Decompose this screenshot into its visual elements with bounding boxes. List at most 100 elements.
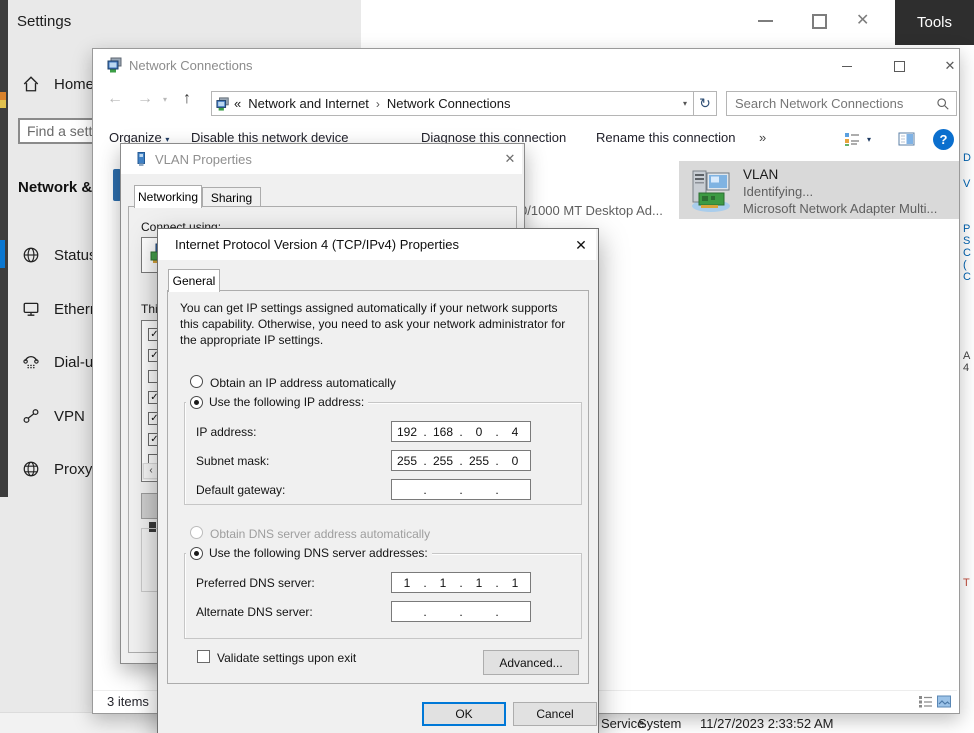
proxy-globe-icon — [22, 460, 40, 478]
vlan-dialog-title: VLAN Properties — [155, 152, 252, 167]
ipv4-dialog-title: Internet Protocol Version 4 (TCP/IPv4) P… — [175, 237, 459, 252]
settings-close-button[interactable]: ✕ — [856, 10, 869, 30]
obtain-dns-label: Obtain DNS server address automatically — [210, 527, 430, 541]
clipped-text-fragment: P — [963, 223, 970, 235]
subnet-mask-field[interactable]: 255.255.255.0 — [391, 450, 531, 471]
clipped-text-fragment: ( — [963, 259, 967, 271]
clipped-text-fragment: C — [963, 271, 971, 283]
window-title: Network Connections — [129, 58, 253, 73]
obtain-ip-radio[interactable] — [190, 375, 203, 388]
sidebar-item-home[interactable]: Home — [54, 76, 94, 93]
preferred-dns-field[interactable]: 1.1.1.1 — [391, 572, 531, 593]
vlan-item-name: VLAN — [743, 167, 778, 182]
tab-general[interactable]: General — [168, 269, 220, 292]
use-ip-label[interactable]: Use the following IP address: — [209, 395, 364, 409]
vpn-icon — [22, 407, 40, 425]
hidden-item-text-fragment: 0/1000 MT Desktop Ad... — [520, 203, 663, 218]
settings-minimize-button[interactable] — [758, 20, 773, 22]
background-icon-fragment — [0, 100, 6, 108]
settings-window-title: Settings — [17, 13, 71, 30]
vlan-connection-item[interactable]: VLAN Identifying... Microsoft Network Ad… — [679, 161, 960, 219]
use-dns-radio[interactable] — [190, 547, 203, 560]
background-content-sliver — [958, 48, 974, 712]
breadcrumb-separator-icon: › — [376, 97, 380, 111]
clipped-text-fragment: S — [963, 235, 970, 247]
details-view-icon[interactable] — [919, 695, 932, 708]
settings-maximize-button[interactable] — [812, 14, 827, 29]
refresh-button[interactable]: ↻ — [694, 91, 717, 116]
clipped-text-fragment: A — [963, 350, 970, 362]
item-count: 3 items — [107, 694, 149, 709]
tools-button[interactable]: Tools — [895, 0, 974, 45]
breadcrumb-overflow-icon[interactable]: « — [234, 96, 241, 111]
use-dns-group-box — [184, 553, 582, 639]
recent-pages-chevron-icon[interactable]: ▾ — [163, 95, 167, 104]
vlan-dialog-close-icon[interactable]: ✕ — [499, 149, 521, 169]
clipped-text-fragment: 4 — [963, 362, 969, 374]
use-ip-radio[interactable] — [190, 396, 203, 409]
breadcrumb-network-connections[interactable]: Network Connections — [387, 96, 511, 111]
forward-icon[interactable]: → — [137, 90, 153, 108]
ok-button[interactable]: OK — [422, 702, 506, 726]
alternate-dns-label: Alternate DNS server: — [196, 605, 313, 619]
nc-maximize-button[interactable] — [885, 56, 913, 76]
network-connections-app-icon — [107, 57, 123, 73]
background-timestamp: 11/27/2023 2:33:52 AM — [700, 716, 833, 731]
clipped-text-fragment: V — [963, 178, 970, 190]
tab-sharing[interactable]: Sharing — [202, 187, 261, 208]
sidebar-item-proxy[interactable]: Proxy — [54, 461, 92, 478]
back-icon[interactable]: ← — [107, 90, 123, 108]
obtain-dns-radio — [190, 526, 203, 539]
vlan-item-device: Microsoft Network Adapter Multi... — [743, 201, 937, 216]
validate-settings-label[interactable]: Validate settings upon exit — [217, 651, 356, 665]
clipped-text-fragment: D — [963, 152, 971, 164]
nc-minimize-button[interactable] — [833, 56, 861, 76]
background-window-row: Service System 11/27/2023 2:33:52 AM — [597, 712, 974, 733]
clipped-text-fragment: T — [963, 577, 970, 589]
default-gateway-label: Default gateway: — [196, 483, 285, 497]
address-dropdown-chevron-icon[interactable]: ▾ — [683, 99, 687, 108]
vlan-item-status: Identifying... — [743, 184, 813, 199]
large-icons-view-icon[interactable] — [937, 695, 951, 708]
obtain-ip-label[interactable]: Obtain an IP address automatically — [210, 376, 396, 390]
more-commands-icon[interactable]: » — [759, 130, 766, 145]
search-input[interactable] — [727, 95, 936, 112]
address-bar[interactable]: « Network and Internet › Network Connect… — [211, 91, 694, 116]
sidebar-item-vpn[interactable]: VPN — [54, 408, 85, 425]
status-globe-icon — [22, 246, 40, 264]
up-icon[interactable]: ↑ — [183, 90, 191, 108]
tab-networking[interactable]: Networking — [134, 185, 202, 208]
network-adapter-icon — [687, 166, 735, 214]
ip-address-field[interactable]: 192.168.0.4 — [391, 421, 531, 442]
alternate-dns-field[interactable]: ... — [391, 601, 531, 622]
home-icon — [22, 75, 40, 93]
view-options-chevron-icon[interactable]: ▾ — [867, 135, 871, 144]
use-dns-label[interactable]: Use the following DNS server addresses: — [209, 546, 428, 560]
default-gateway-field[interactable]: ... — [391, 479, 531, 500]
dialup-phone-icon — [22, 353, 40, 371]
ethernet-icon — [22, 300, 40, 318]
cancel-button[interactable]: Cancel — [513, 702, 597, 726]
help-icon[interactable]: ? — [933, 129, 954, 150]
advanced-button[interactable]: Advanced... — [483, 650, 579, 675]
background-system-text: System — [638, 716, 681, 731]
background-icon-fragment — [0, 92, 6, 100]
rename-connection-command[interactable]: Rename this connection — [596, 130, 735, 145]
vlan-dialog-icon — [133, 151, 149, 167]
nc-close-button[interactable]: ✕ — [936, 56, 960, 76]
subnet-mask-label: Subnet mask: — [196, 454, 269, 468]
validate-settings-checkbox[interactable] — [197, 650, 210, 663]
breadcrumb-network-and-internet[interactable]: Network and Internet — [248, 96, 369, 111]
screenshot-root: Settings ✕ Tools Home Find a setting Net… — [0, 0, 974, 733]
use-ip-group-head[interactable]: Use the following IP address: — [186, 395, 368, 409]
preview-pane-icon[interactable] — [898, 131, 915, 147]
use-dns-group-head[interactable]: Use the following DNS server addresses: — [186, 546, 432, 560]
search-icon — [936, 97, 950, 111]
change-view-icon[interactable] — [844, 131, 860, 147]
sidebar-item-status[interactable]: Status — [54, 247, 97, 264]
ip-settings-description: You can get IP settings assigned automat… — [180, 300, 576, 348]
search-box[interactable] — [726, 91, 957, 116]
address-location-icon — [216, 97, 230, 111]
ipv4-dialog-close-icon[interactable]: ✕ — [570, 235, 592, 255]
ip-address-label: IP address: — [196, 425, 256, 439]
